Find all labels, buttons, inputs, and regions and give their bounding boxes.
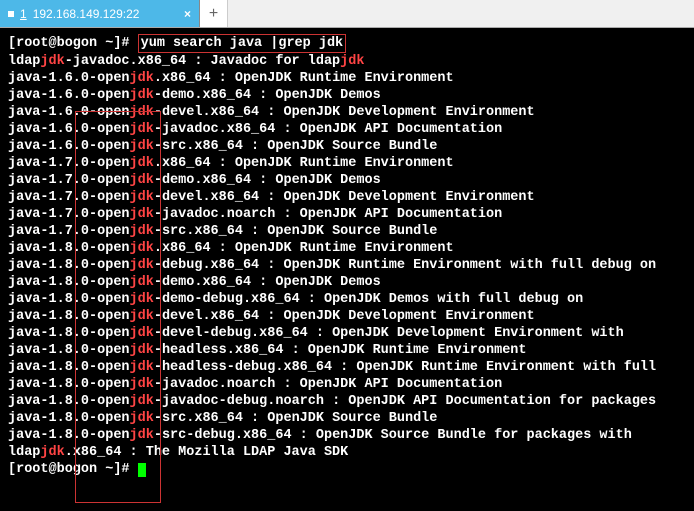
grep-match: jdk [130, 292, 154, 307]
grep-match: jdk [130, 241, 154, 256]
grep-match: jdk [130, 71, 154, 86]
cursor-icon [138, 463, 146, 477]
grep-match: jdk [130, 309, 154, 324]
output-line: java-1.8.0-openjdk-devel-debug.x86_64 : … [8, 326, 624, 341]
output-line: java-1.7.0-openjdk-javadoc.noarch : Open… [8, 207, 502, 222]
output-line: java-1.8.0-openjdk-javadoc-debug.noarch … [8, 394, 656, 409]
output-line: java-1.8.0-openjdk-demo-debug.x86_64 : O… [8, 292, 583, 307]
output-line: java-1.8.0-openjdk-javadoc.noarch : Open… [8, 377, 502, 392]
tab-label: 192.168.149.129:22 [33, 7, 140, 21]
grep-match: jdk [130, 326, 154, 341]
grep-match: jdk [130, 224, 154, 239]
grep-match: jdk [40, 445, 64, 460]
output-line: java-1.8.0-openjdk-demo.x86_64 : OpenJDK… [8, 275, 381, 290]
grep-match: jdk [130, 190, 154, 205]
output-line: java-1.8.0-openjdk-debug.x86_64 : OpenJD… [8, 258, 656, 273]
grep-match: jdk [40, 54, 64, 69]
new-tab-button[interactable]: + [200, 0, 228, 27]
output-line: java-1.7.0-openjdk-devel.x86_64 : OpenJD… [8, 190, 535, 205]
output-line: java-1.8.0-openjdk.x86_64 : OpenJDK Runt… [8, 241, 454, 256]
output-line: ldapjdk-javadoc.x86_64 : Javadoc for lda… [8, 54, 364, 69]
output-line: java-1.8.0-openjdk-headless-debug.x86_64… [8, 360, 656, 375]
output-line: java-1.8.0-openjdk-src.x86_64 : OpenJDK … [8, 411, 437, 426]
terminal-output: [root@bogon ~]# yum search java |grep jd… [0, 28, 694, 484]
grep-match: jdk [130, 88, 154, 103]
grep-match: jdk [130, 139, 154, 154]
grep-match: jdk [130, 156, 154, 171]
prompt: [root@bogon ~]# [8, 462, 138, 477]
grep-match: jdk [130, 360, 154, 375]
command-highlight-box: yum search java |grep jdk [138, 34, 347, 53]
grep-match: jdk [130, 411, 154, 426]
grep-match: jdk [130, 275, 154, 290]
tab-index: 1 [20, 7, 27, 21]
output-line: java-1.6.0-openjdk-src.x86_64 : OpenJDK … [8, 139, 437, 154]
grep-match: jdk [130, 428, 154, 443]
tab-bar: 1 192.168.149.129:22 × + [0, 0, 694, 28]
output-line: java-1.6.0-openjdk.x86_64 : OpenJDK Runt… [8, 71, 454, 86]
grep-match: jdk [130, 122, 154, 137]
output-line: java-1.8.0-openjdk-headless.x86_64 : Ope… [8, 343, 527, 358]
grep-match: jdk [130, 258, 154, 273]
grep-match: jdk [130, 394, 154, 409]
grep-match: jdk [130, 377, 154, 392]
terminal-viewport[interactable]: [root@bogon ~]# yum search java |grep jd… [0, 28, 694, 484]
output-line: java-1.8.0-openjdk-src-debug.x86_64 : Op… [8, 428, 632, 443]
output-line: java-1.6.0-openjdk-demo.x86_64 : OpenJDK… [8, 88, 381, 103]
tab-active[interactable]: 1 192.168.149.129:22 × [0, 0, 200, 27]
grep-match: jdk [130, 207, 154, 222]
output-line: java-1.8.0-openjdk-devel.x86_64 : OpenJD… [8, 309, 535, 324]
output-line: java-1.7.0-openjdk.x86_64 : OpenJDK Runt… [8, 156, 454, 171]
output-line: java-1.7.0-openjdk-src.x86_64 : OpenJDK … [8, 224, 437, 239]
output-line: ldapjdk.x86_64 : The Mozilla LDAP Java S… [8, 445, 348, 460]
grep-match: jdk [130, 343, 154, 358]
prompt: [root@bogon ~]# [8, 36, 138, 51]
tab-close-icon[interactable]: × [184, 7, 191, 21]
output-line: java-1.7.0-openjdk-demo.x86_64 : OpenJDK… [8, 173, 381, 188]
output-line: java-1.6.0-openjdk-javadoc.x86_64 : Open… [8, 122, 502, 137]
output-line: java-1.6.0-openjdk-devel.x86_64 : OpenJD… [8, 105, 535, 120]
tab-status-icon [8, 11, 14, 17]
terminal-window: 1 192.168.149.129:22 × + [root@bogon ~]#… [0, 0, 694, 511]
grep-match: jdk [130, 105, 154, 120]
grep-match: jdk [130, 173, 154, 188]
grep-match: jdk [340, 54, 364, 69]
